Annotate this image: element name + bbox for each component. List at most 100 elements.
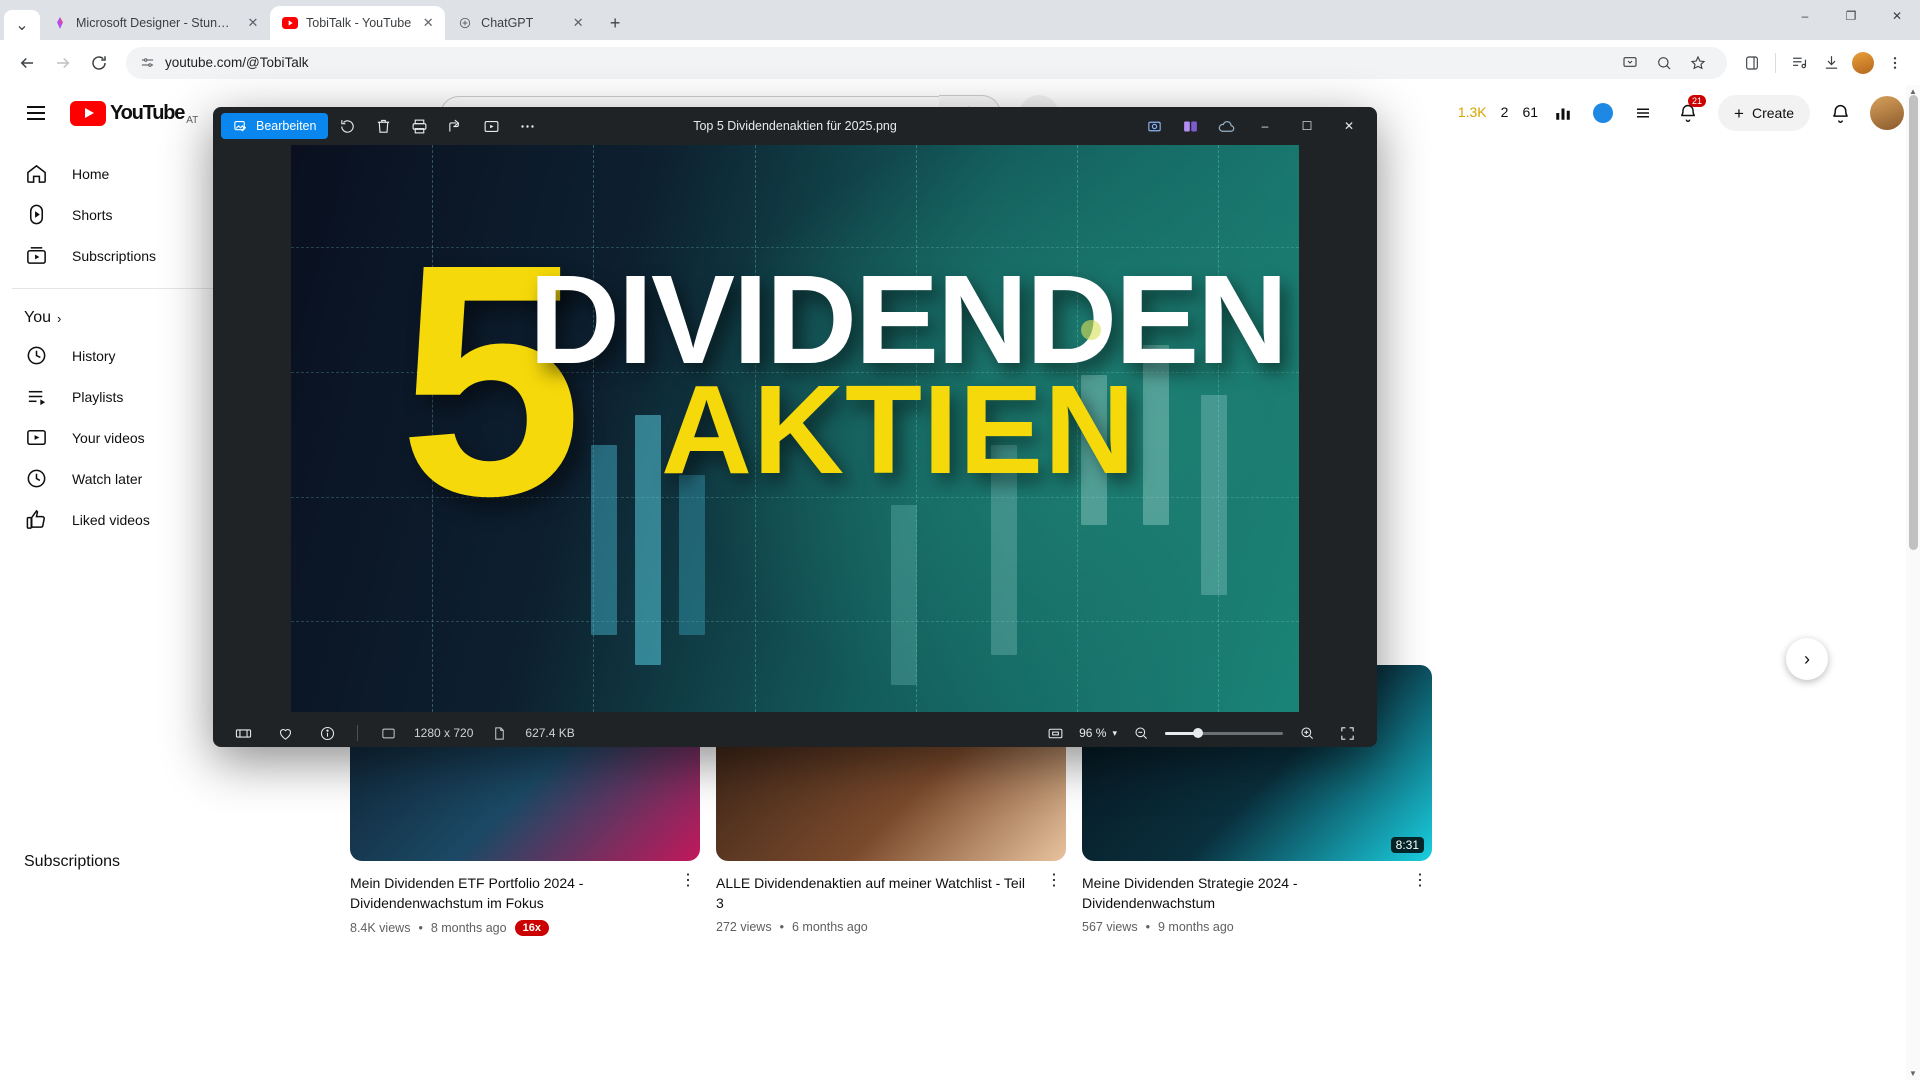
- zoom-slider-handle[interactable]: [1193, 728, 1203, 738]
- sidebar-item-liked-videos[interactable]: Liked videos: [12, 499, 228, 540]
- browser-tab-strip: ⌄ Microsoft Designer - Stunning ✕ TobiTa…: [0, 0, 1920, 40]
- video-menu-icon[interactable]: ⋮: [676, 873, 700, 936]
- close-icon[interactable]: ✕: [419, 14, 437, 32]
- site-settings-icon[interactable]: [140, 55, 155, 70]
- guide-menu-icon[interactable]: [16, 93, 56, 133]
- shorts-icon: [24, 203, 48, 227]
- analytics-icon[interactable]: [1548, 98, 1578, 128]
- zoom-out-icon[interactable]: [1125, 718, 1157, 747]
- zoom-level-dropdown[interactable]: 96 % ▾: [1079, 726, 1117, 740]
- bookmark-star-icon[interactable]: [1683, 48, 1713, 78]
- your-videos-icon: [24, 426, 48, 450]
- sidebar-icon[interactable]: [1737, 48, 1767, 78]
- metric-videos: 2: [1500, 104, 1509, 121]
- gallery-icon[interactable]: [1173, 111, 1207, 141]
- fit-screen-icon[interactable]: [1039, 718, 1071, 747]
- status-separator: [357, 725, 358, 741]
- address-bar[interactable]: youtube.com/@TobiTalk: [126, 46, 1727, 79]
- viewer-close-button[interactable]: ✕: [1329, 111, 1369, 141]
- image-filesize: 627.4 KB: [525, 726, 575, 740]
- tab-title: ChatGPT: [481, 16, 534, 30]
- video-title[interactable]: Mein Dividenden ETF Portfolio 2024 - Div…: [350, 873, 668, 914]
- info-icon[interactable]: [311, 718, 343, 747]
- close-icon[interactable]: ✕: [569, 14, 587, 32]
- minimize-button[interactable]: –: [1782, 0, 1828, 32]
- video-title[interactable]: ALLE Dividendenaktien auf meiner Watchli…: [716, 873, 1034, 914]
- close-icon[interactable]: ✕: [244, 14, 262, 32]
- youtube-country-code: AT: [186, 114, 199, 126]
- video-views: 567 views: [1082, 919, 1138, 934]
- fullscreen-icon[interactable]: [1331, 718, 1363, 747]
- forward-icon[interactable]: [46, 46, 80, 80]
- sidebar-item-subscriptions[interactable]: Subscriptions: [12, 235, 228, 276]
- video-meta: Mein Dividenden ETF Portfolio 2024 - Div…: [350, 873, 700, 936]
- print-icon[interactable]: [402, 111, 436, 141]
- browser-tab-1[interactable]: TobiTalk - YouTube ✕: [270, 6, 446, 40]
- browser-tab-0[interactable]: Microsoft Designer - Stunning ✕: [40, 6, 270, 40]
- zoom-in-icon[interactable]: [1291, 718, 1323, 747]
- sidebar-item-watch-later[interactable]: Watch later: [12, 458, 228, 499]
- toolbar-divider: [1775, 52, 1776, 73]
- page-scrollbar[interactable]: ▲ ▼: [1906, 85, 1920, 1080]
- scroll-down-arrow[interactable]: ▼: [1908, 1069, 1918, 1078]
- share-icon[interactable]: [438, 111, 472, 141]
- filmstrip-icon[interactable]: [227, 718, 259, 747]
- install-icon[interactable]: [1615, 48, 1645, 78]
- close-window-button[interactable]: ✕: [1874, 0, 1920, 32]
- delete-icon[interactable]: [366, 111, 400, 141]
- crop-ai-icon[interactable]: [1137, 111, 1171, 141]
- viewer-minimize-button[interactable]: –: [1245, 111, 1285, 141]
- dot-separator: •: [779, 919, 784, 934]
- tab-search-icon[interactable]: ⌄: [4, 10, 40, 40]
- sidebar-item-label: Home: [72, 165, 110, 182]
- video-menu-icon[interactable]: ⋮: [1408, 873, 1432, 934]
- download-icon[interactable]: [1816, 48, 1846, 78]
- sidebar-you-header[interactable]: You ›: [12, 301, 228, 335]
- history-icon: [24, 344, 48, 368]
- rotate-icon[interactable]: [330, 111, 364, 141]
- new-tab-button[interactable]: +: [601, 9, 629, 37]
- viewer-image-canvas[interactable]: 5 DIVIDENDEN AKTIEN: [213, 145, 1377, 712]
- onedrive-icon[interactable]: [1209, 111, 1243, 141]
- favorite-heart-icon[interactable]: [269, 718, 301, 747]
- viewer-status-bar: 1280 x 720 627.4 KB 96 % ▾: [213, 712, 1377, 747]
- browser-tab-2[interactable]: ChatGPT ✕: [445, 6, 596, 40]
- profile-avatar-icon[interactable]: [1848, 48, 1878, 78]
- zoom-icon[interactable]: [1649, 48, 1679, 78]
- reload-icon[interactable]: [82, 46, 116, 80]
- sidebar-item-label: Watch later: [72, 470, 143, 487]
- more-menu-icon[interactable]: [1880, 48, 1910, 78]
- more-options-icon[interactable]: [510, 111, 544, 141]
- sidebar-item-home[interactable]: Home: [12, 153, 228, 194]
- back-icon[interactable]: [10, 46, 44, 80]
- notifications-button[interactable]: 21: [1668, 93, 1708, 133]
- sidebar-item-your-videos[interactable]: Your videos: [12, 417, 228, 458]
- sidebar-item-history[interactable]: History: [12, 335, 228, 376]
- create-button[interactable]: + Create: [1718, 95, 1810, 131]
- maximize-button[interactable]: ❐: [1828, 0, 1874, 32]
- sidebar-footer-label: Subscriptions: [24, 853, 121, 870]
- scrollbar-thumb[interactable]: [1909, 95, 1918, 550]
- video-stats: 8.4K views • 8 months ago 16x: [350, 919, 668, 936]
- list-icon[interactable]: [1628, 98, 1658, 128]
- sidebar-subscriptions-footer: Subscriptions: [12, 845, 132, 879]
- viewer-maximize-button[interactable]: ☐: [1287, 111, 1327, 141]
- sidebar-item-playlists[interactable]: Playlists: [12, 376, 228, 417]
- youtube-logo[interactable]: YouTube AT: [70, 100, 199, 126]
- displayed-image[interactable]: 5 DIVIDENDEN AKTIEN: [291, 145, 1299, 712]
- video-menu-icon[interactable]: ⋮: [1042, 873, 1066, 934]
- reading-list-icon[interactable]: [1784, 48, 1814, 78]
- carousel-next-button[interactable]: ›: [1786, 638, 1828, 680]
- dot-separator: •: [418, 920, 423, 935]
- notifications-bell-icon[interactable]: [1820, 93, 1860, 133]
- video-title[interactable]: Meine Dividenden Strategie 2024 - Divide…: [1082, 873, 1400, 914]
- studio-icon[interactable]: [1588, 98, 1618, 128]
- slideshow-icon[interactable]: [474, 111, 508, 141]
- edit-image-button[interactable]: Bearbeiten: [221, 113, 329, 139]
- sidebar-item-shorts[interactable]: Shorts: [12, 194, 228, 235]
- account-avatar[interactable]: [1870, 96, 1904, 130]
- designer-icon: [52, 15, 68, 31]
- photo-viewer-window[interactable]: Bearbeiten Top 5 Dividendenaktien für 20…: [213, 107, 1377, 747]
- video-meta: Meine Dividenden Strategie 2024 - Divide…: [1082, 873, 1432, 934]
- zoom-slider[interactable]: [1165, 728, 1283, 738]
